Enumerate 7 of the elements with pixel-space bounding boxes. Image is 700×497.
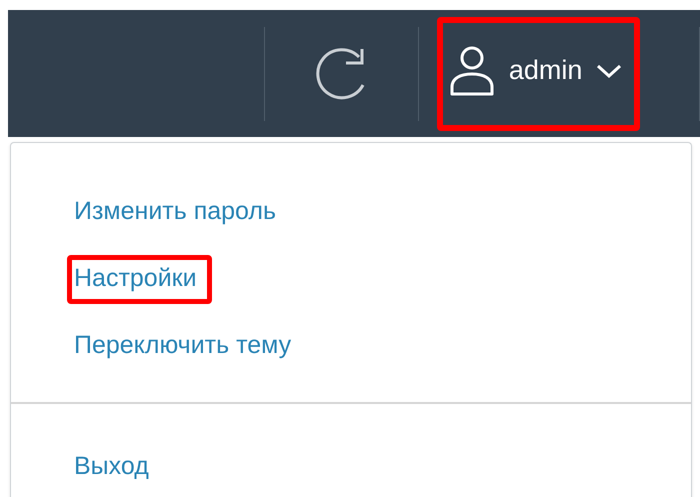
chevron-down-icon xyxy=(596,62,622,78)
menu-item[interactable]: Изменить пароль xyxy=(67,188,292,237)
menu-item[interactable]: Настройки xyxy=(67,255,212,304)
menu-item[interactable]: Выход xyxy=(67,443,164,492)
menu-item[interactable]: Переключить тему xyxy=(67,322,306,371)
user-icon xyxy=(448,44,495,96)
user-menu-button[interactable]: admin xyxy=(436,16,640,130)
